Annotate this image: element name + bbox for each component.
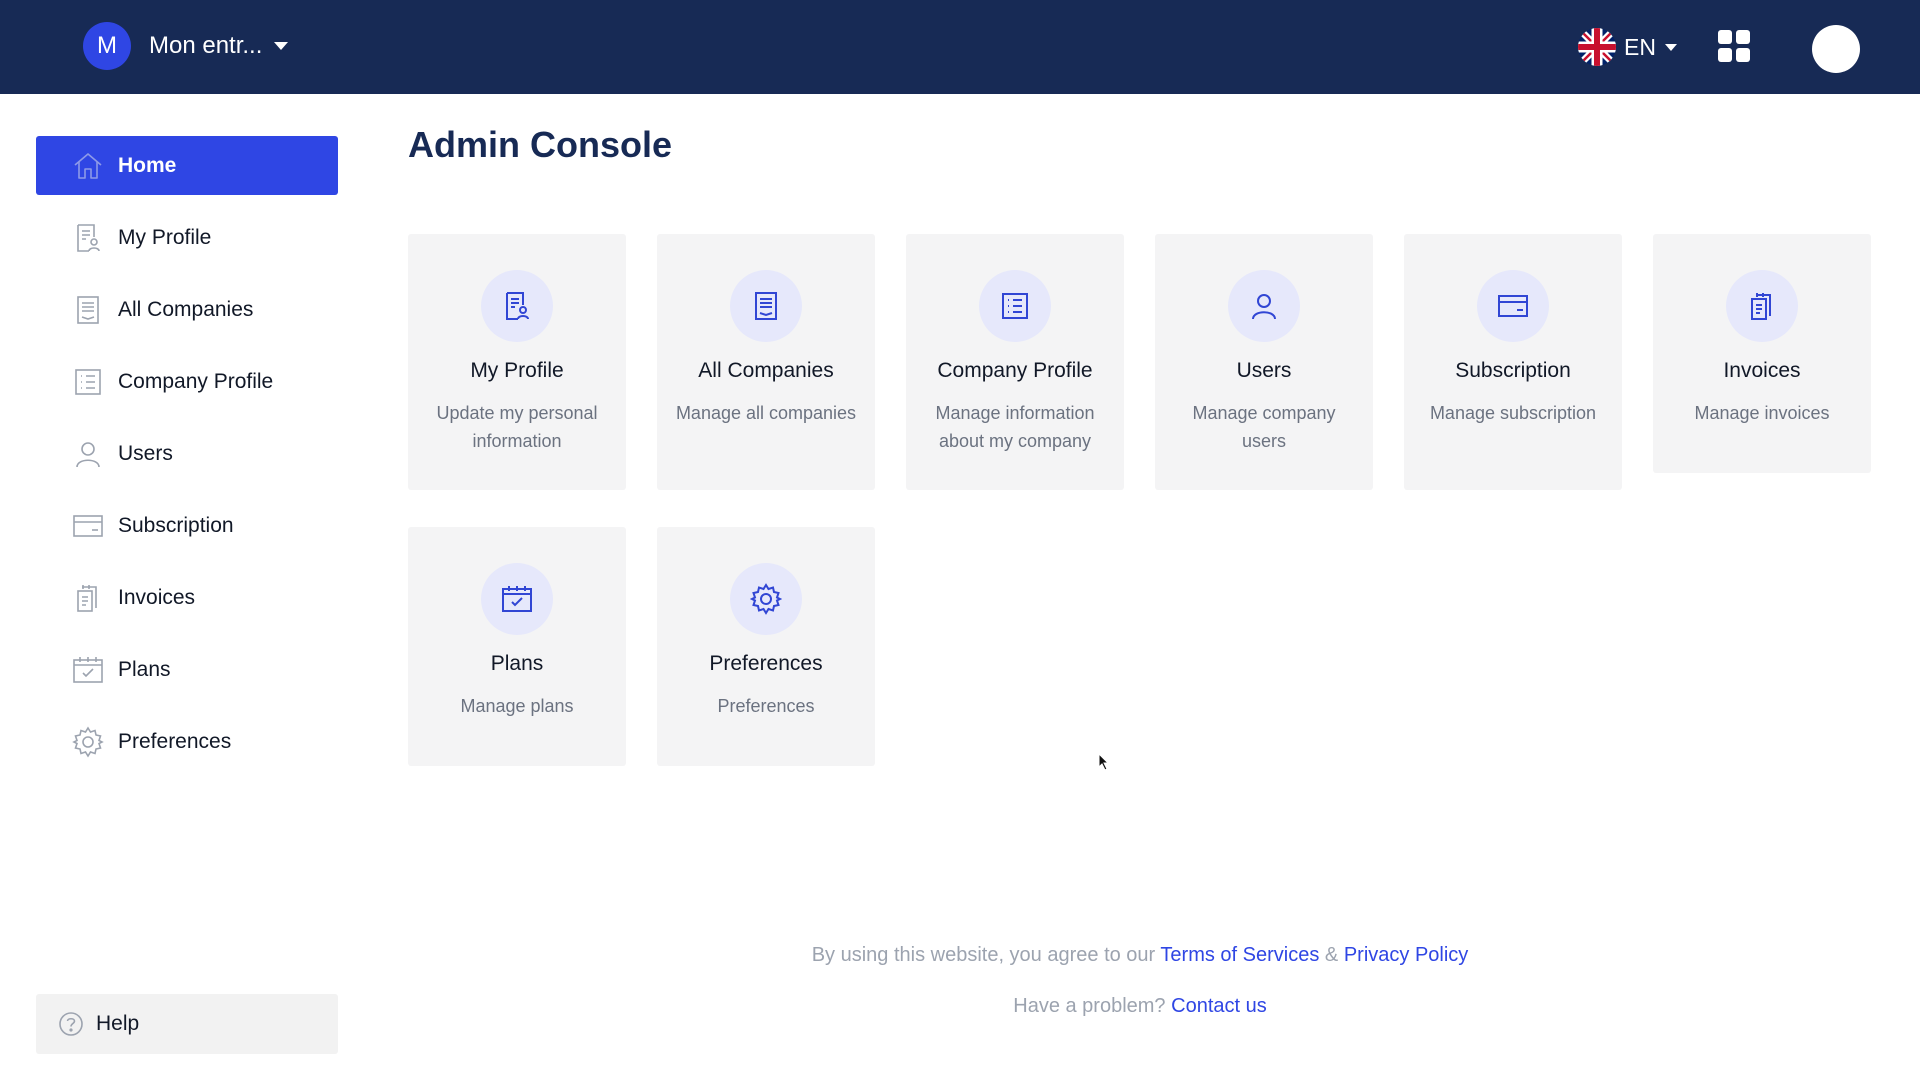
footer-agree-text: By using this website, you agree to our <box>811 944 1156 966</box>
sidebar-item-label: Home <box>118 153 177 177</box>
home-icon <box>72 150 104 182</box>
company-profile-icon <box>72 366 104 398</box>
card-users[interactable]: Users Manage company users <box>1155 234 1373 490</box>
help-button[interactable]: Help <box>36 994 338 1054</box>
sidebar-item-label: All Companies <box>118 297 254 321</box>
privacy-link[interactable]: Privacy Policy <box>1344 944 1468 966</box>
uk-flag-icon <box>1578 28 1616 66</box>
user-avatar[interactable] <box>1812 25 1860 73</box>
user-icon <box>72 438 104 470</box>
mouse-cursor-icon <box>1098 753 1110 771</box>
sidebar-item-label: Plans <box>118 657 171 681</box>
card-description: Manage information about my company <box>935 403 1095 451</box>
language-selector[interactable]: EN <box>1578 28 1677 66</box>
card-title: Invoices <box>1723 359 1801 382</box>
user-icon <box>1228 270 1300 342</box>
footer-agreement: By using this website, you agree to our … <box>408 944 1872 967</box>
card-description: Manage company users <box>1192 403 1336 451</box>
language-code: EN <box>1624 33 1656 60</box>
gear-icon <box>72 725 104 758</box>
help-label: Help <box>96 1012 140 1035</box>
footer-ampersand: & <box>1324 944 1339 966</box>
card-icon <box>72 510 104 542</box>
invoices-icon <box>1726 270 1798 342</box>
sidebar-item-all-companies[interactable]: All Companies <box>36 280 338 339</box>
calendar-icon <box>481 563 553 635</box>
sidebar-item-label: Invoices <box>118 585 196 609</box>
sidebar-item-plans[interactable]: Plans <box>36 640 338 699</box>
card-preferences[interactable]: Preferences Preferences <box>657 527 875 766</box>
sidebar-item-my-profile[interactable]: My Profile <box>36 208 338 267</box>
card-plans[interactable]: Plans Manage plans <box>408 527 626 766</box>
card-company-profile[interactable]: Company Profile Manage information about… <box>906 234 1124 490</box>
apps-grid-icon[interactable] <box>1718 30 1750 62</box>
sidebar-item-users[interactable]: Users <box>36 424 338 483</box>
profile-icon <box>72 222 104 254</box>
card-invoices[interactable]: Invoices Manage invoices <box>1653 234 1871 473</box>
top-bar: M Mon entr... EN <box>0 0 1920 94</box>
card-icon <box>1477 270 1549 342</box>
companies-icon <box>730 270 802 342</box>
sidebar-item-label: Subscription <box>118 513 234 537</box>
footer-problem-text: Have a problem? <box>1013 995 1166 1017</box>
organization-name: Mon entr... <box>149 32 263 59</box>
card-description: Manage all companies <box>675 403 857 423</box>
gear-icon <box>730 563 802 635</box>
sidebar: Home My Profile All Companies Company Pr… <box>36 136 338 784</box>
sidebar-item-label: Users <box>118 441 173 465</box>
card-description: Update my personal information <box>436 403 598 451</box>
card-subscription[interactable]: Subscription Manage subscription <box>1404 234 1622 490</box>
profile-icon <box>481 270 553 342</box>
sidebar-item-home[interactable]: Home <box>36 136 338 195</box>
calendar-icon <box>72 654 104 686</box>
card-description: Manage invoices <box>1694 403 1830 423</box>
company-profile-icon <box>979 270 1051 342</box>
chevron-down-icon <box>1664 43 1677 51</box>
invoices-icon <box>72 582 104 614</box>
sidebar-item-invoices[interactable]: Invoices <box>36 568 338 627</box>
sidebar-item-company-profile[interactable]: Company Profile <box>36 352 338 411</box>
contact-link[interactable]: Contact us <box>1171 995 1267 1017</box>
card-description: Manage plans <box>460 696 574 716</box>
chevron-down-icon <box>274 42 289 50</box>
companies-icon <box>72 294 104 326</box>
sidebar-item-label: My Profile <box>118 225 212 249</box>
footer-contact: Have a problem? Contact us <box>408 995 1872 1018</box>
card-description: Preferences <box>717 696 815 716</box>
card-title: Users <box>1236 359 1292 382</box>
card-title: Subscription <box>1455 359 1571 382</box>
organization-switcher[interactable]: M Mon entr... <box>83 22 289 70</box>
sidebar-item-label: Company Profile <box>118 369 274 393</box>
organization-avatar: M <box>83 22 131 70</box>
sidebar-item-subscription[interactable]: Subscription <box>36 496 338 555</box>
terms-link[interactable]: Terms of Services <box>1160 944 1319 966</box>
card-title: Plans <box>490 652 544 675</box>
sidebar-item-label: Preferences <box>118 729 232 753</box>
card-all-companies[interactable]: All Companies Manage all companies <box>657 234 875 490</box>
card-title: Company Profile <box>937 359 1093 382</box>
card-title: My Profile <box>470 359 564 382</box>
question-circle-icon <box>59 1012 83 1036</box>
page-title: Admin Console <box>408 124 673 165</box>
card-description: Manage subscription <box>1429 403 1597 423</box>
sidebar-item-preferences[interactable]: Preferences <box>36 712 338 771</box>
card-title: All Companies <box>698 359 834 382</box>
card-title: Preferences <box>709 652 823 675</box>
card-my-profile[interactable]: My Profile Update my personal informatio… <box>408 234 626 490</box>
